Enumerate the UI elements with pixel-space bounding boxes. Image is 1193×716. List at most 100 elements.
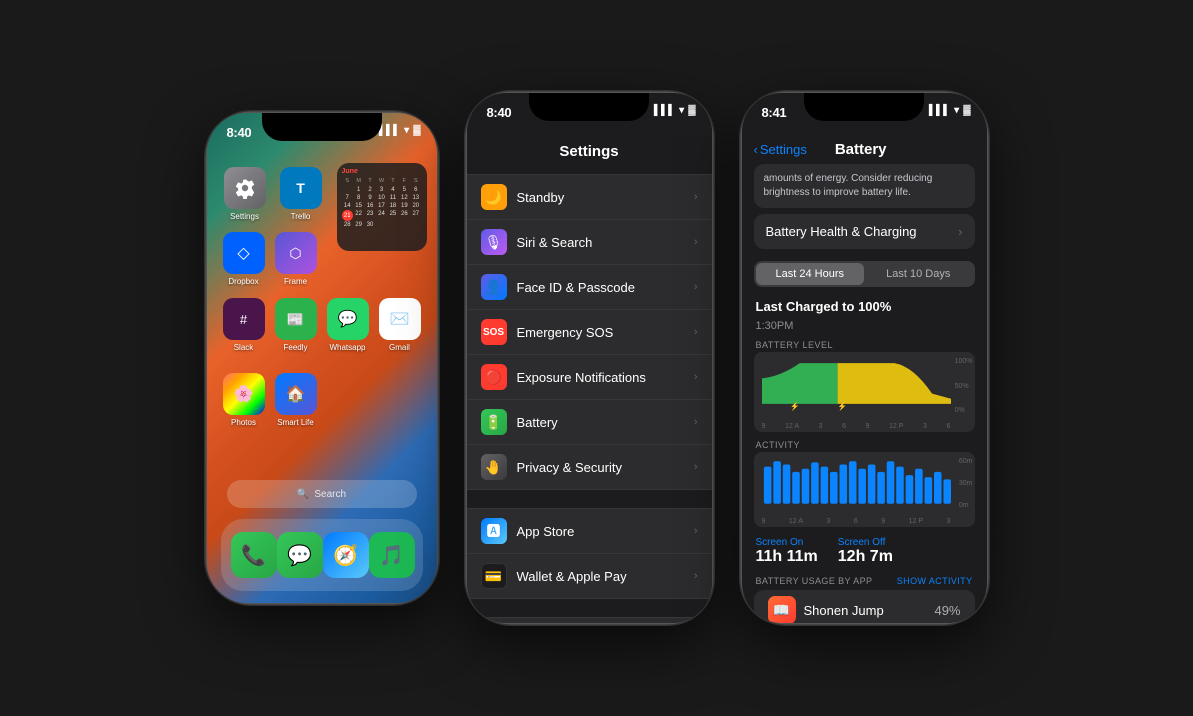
status-time-1: 8:40 (227, 125, 252, 140)
last-charged-time: 1:30PM (742, 320, 987, 338)
app-icon-safari: 🧭 (323, 532, 369, 578)
app-photos[interactable]: 🌸 Photos (222, 373, 266, 427)
chevron-sos: › (694, 326, 698, 338)
app-dropbox[interactable]: ◇ Dropbox (222, 232, 266, 286)
app-trello[interactable]: T Trello (277, 167, 325, 221)
app-icon-spotify: 🎵 (369, 532, 415, 578)
dock-messages[interactable]: 💬 (277, 532, 323, 578)
screen-on-stat: Screen On 11h 11m (756, 537, 818, 566)
settings-label-appstore: App Store (517, 524, 684, 539)
phone2-settings: 8:40 ▌▌▌ ▾ ▓ Settings 🌙 Standby › 🎙 Si (467, 93, 712, 623)
search-bar[interactable]: 🔍 Search (227, 480, 417, 508)
chevron-exposure: › (694, 371, 698, 383)
app-whatsapp[interactable]: 💬 Whatsapp (326, 298, 370, 352)
app-icon-photos: 🌸 (223, 373, 265, 415)
app-icon-feedly: 📰 (275, 298, 317, 340)
settings-label-wallet: Wallet & Apple Pay (517, 569, 684, 584)
settings-label-standby: Standby (517, 190, 684, 205)
settings-item-standby[interactable]: 🌙 Standby › (467, 174, 712, 220)
screen-off-stat: Screen Off 12h 7m (838, 537, 893, 566)
battery-screen: 8:41 ▌▌▌ ▾ ▓ ‹ Settings Battery amounts … (742, 93, 987, 623)
app-icon-gmail: ✉️ (379, 298, 421, 340)
app-label-whatsapp: Whatsapp (329, 343, 365, 352)
battery-level-label: BATTERY LEVEL (742, 338, 987, 352)
status-time-2: 8:40 (487, 105, 512, 120)
activity-x-labels: 9 12 A 3 6 9 12 P 3 (762, 518, 951, 525)
chevron-faceid: › (694, 281, 698, 293)
app-feedly[interactable]: 📰 Feedly (274, 298, 318, 352)
app-label-dropbox: Dropbox (228, 277, 258, 286)
settings-item-wallet[interactable]: 💳 Wallet & Apple Pay › (467, 554, 712, 599)
dock-spotify[interactable]: 🎵 (369, 532, 415, 578)
app-frame[interactable]: ⬡ Frame (274, 232, 318, 286)
svg-text:⚡: ⚡ (837, 401, 846, 411)
screen-stats: Screen On 11h 11m Screen Off 12h 7m (742, 533, 987, 570)
shonen-icon: 📖 (768, 596, 796, 623)
screen-off-label: Screen Off (838, 537, 893, 548)
settings-icon-wallet: 💳 (481, 563, 507, 589)
battery-y-labels: 100% 50% 0% (955, 358, 973, 414)
tab-10d[interactable]: Last 10 Days (864, 263, 973, 285)
settings-label-exposure: Exposure Notifications (517, 370, 684, 385)
status-time-3: 8:41 (762, 105, 787, 120)
app-label-frame: Frame (284, 277, 307, 286)
app-icon-dropbox: ◇ (223, 232, 265, 274)
settings-item-passwords[interactable]: 🔑 Passwords › (467, 617, 712, 623)
settings-item-appstore[interactable]: 🅰 App Store › (467, 508, 712, 554)
app-icon-whatsapp: 💬 (327, 298, 369, 340)
battery-health-row[interactable]: Battery Health & Charging › (754, 214, 975, 249)
settings-label-sos: Emergency SOS (517, 325, 684, 340)
show-activity-button[interactable]: SHOW ACTIVITY (897, 576, 973, 586)
screen-off-value: 12h 7m (838, 548, 893, 566)
app-settings[interactable]: Settings (221, 167, 269, 221)
back-chevron-icon: ‹ (754, 142, 758, 157)
settings-item-battery[interactable]: 🔋 Battery › (467, 400, 712, 445)
settings-icon-faceid: 👤 (481, 274, 507, 300)
settings-item-sos[interactable]: SOS Emergency SOS › (467, 310, 712, 355)
settings-section-3: 🔑 Passwords › ✉ Mail › 👥 Contacts › 31 C… (467, 617, 712, 623)
app-label-settings: Settings (230, 212, 259, 221)
battery-icon-1: ▓ (413, 125, 420, 136)
chevron-siri: › (694, 236, 698, 248)
app-gmail[interactable]: ✉️ Gmail (378, 298, 422, 352)
chevron-battery: › (694, 416, 698, 428)
app-slack[interactable]: # Slack (222, 298, 266, 352)
settings-item-siri[interactable]: 🎙 Siri & Search › (467, 220, 712, 265)
chevron-standby: › (694, 191, 698, 203)
wifi-icon: ▾ (404, 125, 409, 136)
settings-icon-battery: 🔋 (481, 409, 507, 435)
status-icons-2: ▌▌▌ ▾ ▓ (654, 105, 696, 116)
cal-days-header: SMTWTFS (342, 178, 422, 184)
settings-icon-appstore: 🅰 (481, 518, 507, 544)
back-button[interactable]: ‹ Settings (754, 142, 807, 157)
app-label-trello: Trello (291, 212, 311, 221)
settings-item-privacy[interactable]: 🤚 Privacy & Security › (467, 445, 712, 490)
settings-label-privacy: Privacy & Security (517, 460, 684, 475)
cal-days: 123456 78910111213 14151617181920 212223… (342, 186, 422, 229)
dock-safari[interactable]: 🧭 (323, 532, 369, 578)
activity-y-labels: 60m 30m 0m (959, 458, 973, 509)
shonen-pct: 49% (934, 603, 960, 618)
settings-icon-siri: 🎙 (481, 229, 507, 255)
settings-screen: 8:40 ▌▌▌ ▾ ▓ Settings 🌙 Standby › 🎙 Si (467, 93, 712, 623)
wifi-icon-2: ▾ (679, 105, 684, 116)
signal-icon-2: ▌▌▌ (654, 105, 675, 116)
settings-label-siri: Siri & Search (517, 235, 684, 250)
tab-24h[interactable]: Last 24 Hours (756, 263, 865, 285)
signal-icon-3: ▌▌▌ (929, 105, 950, 116)
battery-level-chart: ⚡ ⚡ 100% 50% 0% 9 12 A 3 6 9 12 P 3 (754, 352, 975, 432)
app-icon-trello: T (280, 167, 322, 209)
settings-item-exposure[interactable]: 🔴 Exposure Notifications › (467, 355, 712, 400)
settings-item-faceid[interactable]: 👤 Face ID & Passcode › (467, 265, 712, 310)
app-label-gmail: Gmail (389, 343, 410, 352)
home-background: 8:40 ▌▌▌ ▾ ▓ June SMTWTFS 123456 7 (207, 113, 437, 603)
app-usage-shonen[interactable]: 📖 Shonen Jump 49% (754, 590, 975, 623)
chevron-wallet: › (694, 570, 698, 582)
app-smartlife[interactable]: 🏠 Smart Life (274, 373, 318, 427)
settings-label-faceid: Face ID & Passcode (517, 280, 684, 295)
screen-on-label: Screen On (756, 537, 818, 548)
battery-warning-text: amounts of energy. Consider reducing bri… (764, 173, 933, 198)
notch3 (804, 93, 924, 121)
screen-on-value: 11h 11m (756, 548, 818, 566)
dock-phone[interactable]: 📞 (231, 532, 277, 578)
